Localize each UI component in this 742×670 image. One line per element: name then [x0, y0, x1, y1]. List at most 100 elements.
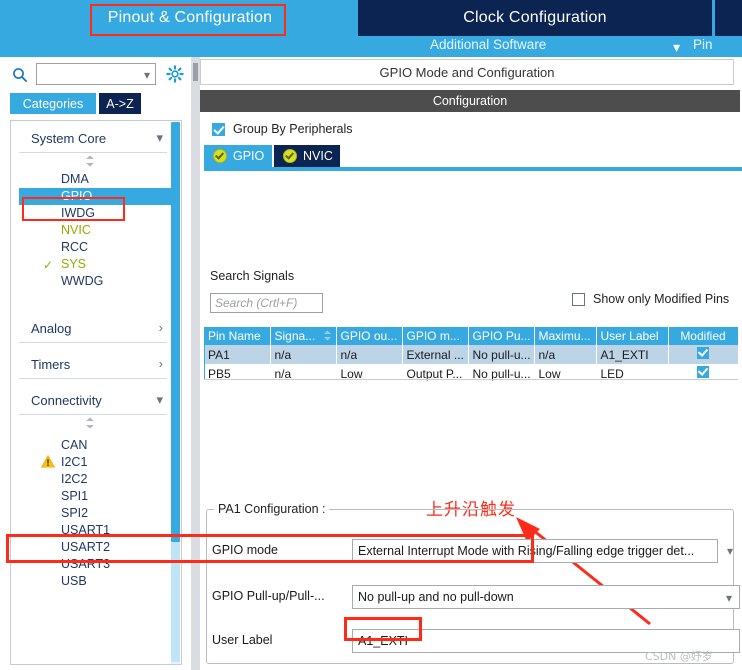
sidebar-item-spi1[interactable]: SPI1 [19, 488, 175, 505]
highlight-box-user-label [344, 617, 422, 641]
sidebar-group-connectivity[interactable]: Connectivity ▾ [19, 389, 167, 415]
sidebar-view-categories[interactable]: Categories [10, 93, 96, 114]
panel-divider[interactable] [191, 57, 200, 670]
table-row[interactable]: PA1 n/a n/a External ... No pull-u... n/… [204, 345, 739, 364]
gpio-configuration-panel: GPIO Mode and Configuration Configuratio… [200, 57, 742, 670]
sidebar-item-label: RCC [61, 240, 89, 254]
table-bottom-rule [204, 379, 738, 380]
sidebar-item-rcc[interactable]: RCC [19, 239, 175, 256]
sidebar-item-spi2[interactable]: SPI2 [19, 505, 175, 522]
chevron-down-icon[interactable]: ▾ [156, 392, 163, 408]
sidebar-item-label: SPI2 [61, 506, 89, 520]
gpio-pullup-dropdown[interactable]: No pull-up and no pull-down ▾ [352, 585, 740, 609]
sidebar-item-dma[interactable]: DMA [19, 171, 175, 188]
show-only-modified-checkbox[interactable] [572, 292, 585, 306]
group-label-timers: Timers [31, 357, 71, 372]
group-label-connectivity: Connectivity [31, 393, 102, 408]
chevron-right-icon[interactable]: › [159, 320, 163, 335]
col-gpio-output[interactable]: GPIO ou... [336, 327, 403, 345]
scroll-updown-icon[interactable] [83, 155, 97, 167]
user-label-label: User Label [212, 633, 273, 647]
highlight-box-gpio-mode [6, 534, 534, 563]
col-pin-name[interactable]: Pin Name [204, 327, 271, 345]
sidebar-item-i2c1[interactable]: I2C1 [19, 454, 175, 471]
chevron-down-icon[interactable]: ▾ [720, 539, 740, 563]
chevron-right-icon[interactable]: › [159, 356, 163, 371]
sidebar-item-i2c2[interactable]: I2C2 [19, 471, 175, 488]
scroll-updown-icon[interactable] [83, 417, 97, 429]
gear-icon[interactable] [166, 65, 184, 83]
sidebar-item-label: DMA [61, 172, 89, 186]
divider [19, 378, 167, 379]
col-gpio-pullup[interactable]: GPIO Pu... [468, 327, 535, 345]
modified-checkbox[interactable] [697, 347, 709, 359]
sidebar-search-input[interactable]: ▾ [36, 63, 156, 85]
warning-icon [41, 455, 55, 468]
table-row[interactable]: PB5 n/a Low Output P... No pull-u... Low… [204, 364, 739, 383]
tab-nvic[interactable]: NVIC [274, 145, 340, 167]
highlight-box-gpio-item [22, 197, 125, 221]
col-maximum-speed[interactable]: Maximu... [534, 327, 597, 345]
cell-modified[interactable] [668, 345, 739, 364]
col-gpio-mode[interactable]: GPIO m... [402, 327, 469, 345]
highlight-box-pinout-tab [90, 4, 286, 36]
search-signals-input[interactable]: Search (Crtl+F) [210, 293, 323, 313]
mode-header: GPIO Mode and Configuration [200, 59, 734, 85]
sidebar-scrollbar-thumb[interactable] [171, 122, 180, 542]
sidebar-view-a-to-z[interactable]: A->Z [99, 93, 141, 114]
sidebar-item-label: SPI1 [61, 489, 89, 503]
sidebar-item-sys[interactable]: ✓ SYS [19, 256, 175, 273]
sidebar-item-can[interactable]: CAN [19, 437, 175, 454]
show-only-modified-row[interactable]: Show only Modified Pins [572, 292, 729, 306]
cell-gpio-output: Low [336, 364, 403, 383]
sort-arrows-icon[interactable] [323, 330, 332, 341]
sidebar-item-label: WWDG [61, 274, 104, 288]
modified-checkbox[interactable] [697, 366, 709, 378]
search-icon[interactable] [12, 67, 28, 83]
table-header-row: Pin Name Signa... GPIO ou... GPIO m... G… [204, 327, 739, 345]
configuration-band: Configuration [200, 90, 740, 112]
cell-signal: n/a [270, 364, 337, 383]
sidebar-group-timers[interactable]: Timers › [19, 353, 167, 379]
tab-clock-label: Clock Configuration [463, 9, 607, 26]
cell-maximum-speed: Low [534, 364, 597, 383]
group-by-peripherals-checkbox[interactable] [212, 122, 225, 136]
chevron-down-icon[interactable]: ▾ [673, 39, 680, 56]
search-signals-label: Search Signals [210, 269, 295, 283]
pinout-right-label[interactable]: Pin [693, 37, 713, 52]
group-label-analog: Analog [31, 321, 72, 336]
col-modified[interactable]: Modified [668, 327, 739, 345]
chevron-down-icon[interactable]: ▾ [144, 68, 150, 82]
sidebar-search-row: ▾ [0, 59, 191, 89]
group-by-peripherals-row[interactable]: Group By Peripherals [212, 120, 353, 138]
divider [19, 342, 167, 343]
tab-partial-right[interactable] [715, 0, 742, 36]
pa1-configuration-legend: PA1 Configuration : [214, 502, 330, 516]
tab-clock-configuration[interactable]: Clock Configuration [358, 0, 712, 36]
sidebar-group-analog[interactable]: Analog › [19, 317, 167, 343]
sidebar-item-usb[interactable]: USB [19, 573, 175, 590]
panel-divider-grip[interactable] [193, 63, 198, 81]
sidebar-group-system-core[interactable]: System Core ▾ [19, 127, 167, 153]
additional-software-label[interactable]: Additional Software [430, 37, 546, 52]
check-badge-icon [213, 149, 227, 163]
cell-gpio-mode: External ... [402, 345, 469, 364]
sub-tab-underline [204, 167, 742, 171]
tab-gpio[interactable]: GPIO [204, 145, 272, 167]
group-by-peripherals-label: Group By Peripherals [233, 122, 353, 136]
col-user-label[interactable]: User Label [596, 327, 669, 345]
check-icon: ✓ [43, 258, 54, 272]
group-label-system-core: System Core [31, 131, 107, 146]
sidebar-item-label: CAN [61, 438, 88, 452]
chevron-down-icon[interactable]: ▾ [156, 130, 163, 146]
sidebar-item-label: USB [61, 574, 87, 588]
cell-user-label: A1_EXTI [596, 345, 669, 364]
pin-table: Pin Name Signa... GPIO ou... GPIO m... G… [204, 327, 739, 383]
sidebar-item-wwdg[interactable]: WWDG [19, 273, 175, 290]
cell-modified[interactable] [668, 364, 739, 383]
sidebar-item-nvic[interactable]: NVIC [19, 222, 175, 239]
gpio-pullup-value: No pull-up and no pull-down [358, 590, 514, 604]
sidebar-item-label: I2C2 [61, 472, 88, 486]
col-signal[interactable]: Signa... [270, 327, 337, 345]
chevron-down-icon[interactable]: ▾ [719, 586, 739, 610]
